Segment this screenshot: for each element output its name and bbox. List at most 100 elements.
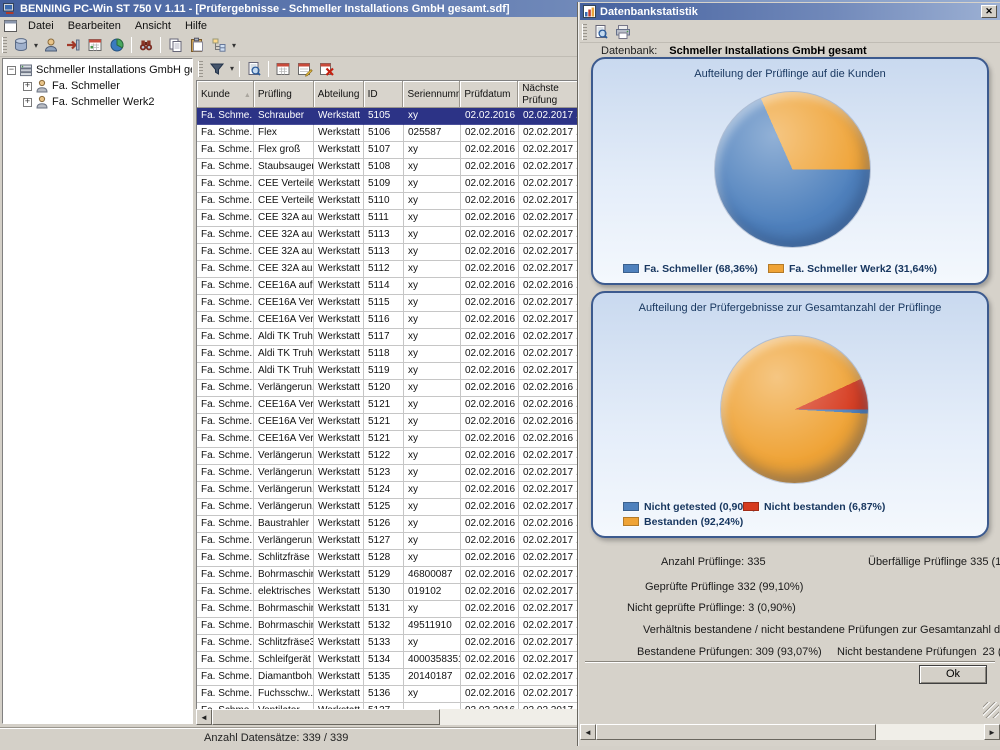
expand-icon[interactable]: + xyxy=(23,98,32,107)
customer-button[interactable] xyxy=(40,35,62,55)
table-row[interactable]: Fa. Schme...SchleifgerätWerkstatt5134400… xyxy=(197,652,583,669)
column-header[interactable]: Nächste Prüfung xyxy=(518,81,583,108)
table-cell: xy xyxy=(404,227,461,244)
table-row[interactable]: Fa. Schme...Verlängerun...Werkstatt5124x… xyxy=(197,482,583,499)
collapse-icon[interactable]: − xyxy=(7,66,16,75)
scroll-left-arrow-icon[interactable]: ◄ xyxy=(196,709,212,725)
table-row[interactable]: Fa. Schme...CEE 32A au...Werkstatt5111xy… xyxy=(197,210,583,227)
schedule-button[interactable] xyxy=(84,35,106,55)
statistics-button[interactable] xyxy=(106,35,128,55)
copy-button[interactable] xyxy=(164,35,186,55)
close-icon[interactable]: ✕ xyxy=(981,5,997,18)
table-row[interactable]: Fa. Schme...CEE 32A au...Werkstatt5113xy… xyxy=(197,227,583,244)
database-button[interactable] xyxy=(10,35,32,55)
column-header[interactable]: Seriennummer xyxy=(403,81,460,108)
column-header[interactable]: Abteilung xyxy=(314,81,364,108)
table-row[interactable]: Fa. Schme...CEE16A Ver...Werkstatt5116xy… xyxy=(197,312,583,329)
table-cell: Werkstatt xyxy=(314,227,364,244)
tree-node-fa-schmeller-werk2[interactable]: + Fa. Schmeller Werk2 xyxy=(3,94,192,110)
legend-swatch-icon xyxy=(623,517,639,526)
scrollbar-track[interactable] xyxy=(876,724,984,740)
table-row[interactable]: Fa. Schme...Fuchsschw...Werkstatt5136xy0… xyxy=(197,686,583,703)
filter-dropdown-caret[interactable]: ▾ xyxy=(228,64,236,73)
table-row[interactable]: Fa. Schme...CEE16A auf...Werkstatt5114xy… xyxy=(197,278,583,295)
database-dropdown-caret[interactable]: ▾ xyxy=(32,41,40,50)
table-row[interactable]: Fa. Schme...Aldi TK Truh...Werkstatt5118… xyxy=(197,346,583,363)
scrollbar-thumb[interactable] xyxy=(596,724,876,740)
legend-entry: Nicht getested (0,90%) xyxy=(623,500,743,513)
filter-button[interactable] xyxy=(206,59,228,79)
toolbar-grip[interactable] xyxy=(2,37,7,53)
toolbar-grip[interactable] xyxy=(582,24,587,40)
user-icon xyxy=(43,37,59,53)
table-row[interactable]: Fa. Schme...BohrmaschineWerkstatt5131xy0… xyxy=(197,601,583,618)
expand-icon[interactable]: + xyxy=(23,82,32,91)
table-row[interactable]: Fa. Schme...elektrisches ...Werkstatt513… xyxy=(197,584,583,601)
table-cell: 4000358351 xyxy=(404,652,461,669)
grid-horizontal-scrollbar[interactable]: ◄ xyxy=(196,709,583,725)
tree-structure-button[interactable] xyxy=(208,35,230,55)
table-row[interactable]: Fa. Schme...Verlängerun...Werkstatt5125x… xyxy=(197,499,583,516)
tree-root-node[interactable]: − Schmeller Installations GmbH gesamt.sd… xyxy=(3,62,192,78)
table-cell: Werkstatt xyxy=(314,125,364,142)
column-header[interactable]: Prüfling xyxy=(254,81,314,108)
table-row[interactable]: Fa. Schme...Schlitzfräse3Werkstatt5133xy… xyxy=(197,635,583,652)
table-row[interactable]: Fa. Schme...CEE16A Ver...Werkstatt5121xy… xyxy=(197,431,583,448)
table-row[interactable]: Fa. Schme...Verlängerun...Werkstatt5120x… xyxy=(197,380,583,397)
scrollbar-thumb[interactable] xyxy=(212,709,440,725)
table-cell: CEE 32A au... xyxy=(254,210,314,227)
table-row[interactable]: Fa. Schme...Aldi TK Truh...Werkstatt5117… xyxy=(197,329,583,346)
column-header[interactable]: Prüfdatum xyxy=(460,81,518,108)
search-button[interactable] xyxy=(135,35,157,55)
table-row[interactable]: Fa. Schme...CEE 32A au...Werkstatt5112xy… xyxy=(197,261,583,278)
table-row[interactable]: Fa. Schme...CEE16A Ver...Werkstatt5121xy… xyxy=(197,414,583,431)
dialog-horizontal-scrollbar[interactable]: ◄ ► xyxy=(580,724,1000,740)
table-row[interactable]: Fa. Schme...SchrauberWerkstatt5105xy02.0… xyxy=(197,108,583,125)
resize-grip-icon[interactable] xyxy=(983,702,999,718)
print-button[interactable] xyxy=(612,22,634,42)
scroll-left-arrow-icon[interactable]: ◄ xyxy=(580,724,596,740)
table-row[interactable]: Fa. Schme...Verlängerun...Werkstatt5123x… xyxy=(197,465,583,482)
table-row[interactable]: Fa. Schme...CEE 32A au...Werkstatt5113xy… xyxy=(197,244,583,261)
table-row[interactable]: Fa. Schme...SchlitzfräseWerkstatt5128xy0… xyxy=(197,550,583,567)
tree-structure-dropdown-caret[interactable]: ▾ xyxy=(230,41,238,50)
calendar-button[interactable] xyxy=(272,59,294,79)
table-row[interactable]: Fa. Schme...CEE16A Ver...Werkstatt5115xy… xyxy=(197,295,583,312)
table-cell: xy xyxy=(404,193,461,210)
toolbar-grip[interactable] xyxy=(198,61,203,77)
table-row[interactable]: Fa. Schme...CEE16A Ver...Werkstatt5121xy… xyxy=(197,397,583,414)
print-preview-button[interactable] xyxy=(243,59,265,79)
menu-hilfe[interactable]: Hilfe xyxy=(178,19,214,33)
table-row[interactable]: Fa. Schme...Verlängerun...Werkstatt5122x… xyxy=(197,448,583,465)
ok-button[interactable]: Ok xyxy=(919,665,987,684)
table-row[interactable]: Fa. Schme...StaubsaugerWerkstatt5108xy02… xyxy=(197,159,583,176)
import-button[interactable] xyxy=(62,35,84,55)
table-cell: Werkstatt xyxy=(314,380,364,397)
print-preview-button[interactable] xyxy=(590,22,612,42)
table-row[interactable]: Fa. Schme...BohrmaschineWerkstatt5132495… xyxy=(197,618,583,635)
table-row[interactable]: Fa. Schme...CEE Verteile...Werkstatt5110… xyxy=(197,193,583,210)
calendar-delete-button[interactable] xyxy=(316,59,338,79)
table-cell: CEE16A Ver... xyxy=(254,312,314,329)
table-row[interactable]: Fa. Schme...Flex großWerkstatt5107xy02.0… xyxy=(197,142,583,159)
table-row[interactable]: Fa. Schme...BaustrahlerWerkstatt5126xy02… xyxy=(197,516,583,533)
column-header[interactable]: Kunde▲ xyxy=(197,81,254,108)
menu-datei[interactable]: Datei xyxy=(21,19,61,33)
table-row[interactable]: Fa. Schme...Verlängerun...Werkstatt5127x… xyxy=(197,533,583,550)
scroll-right-arrow-icon[interactable]: ► xyxy=(984,724,1000,740)
menu-ansicht[interactable]: Ansicht xyxy=(128,19,178,33)
table-row[interactable]: Fa. Schme...FlexWerkstatt510602558702.02… xyxy=(197,125,583,142)
table-row[interactable]: Fa. Schme...CEE Verteile...Werkstatt5109… xyxy=(197,176,583,193)
paste-button[interactable] xyxy=(186,35,208,55)
table-cell: 02.02.2016 ... xyxy=(519,414,583,431)
calendar-edit-button[interactable] xyxy=(294,59,316,79)
table-row[interactable]: Fa. Schme...Aldi TK Truh...Werkstatt5119… xyxy=(197,363,583,380)
column-header[interactable]: ID xyxy=(364,81,404,108)
table-row[interactable]: Fa. Schme...Diamantboh...Werkstatt513520… xyxy=(197,669,583,686)
table-cell: 5118 xyxy=(364,346,404,363)
table-cell: xy xyxy=(404,108,461,125)
table-row[interactable]: Fa. Schme...BohrmaschineWerkstatt5129468… xyxy=(197,567,583,584)
database-label: Datenbank: xyxy=(601,45,657,57)
menu-bearbeiten[interactable]: Bearbeiten xyxy=(61,19,128,33)
tree-node-fa-schmeller[interactable]: + Fa. Schmeller xyxy=(3,78,192,94)
